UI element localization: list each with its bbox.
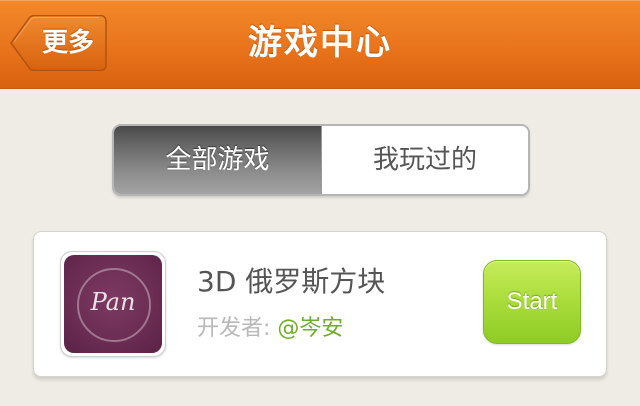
segmented-control: 全部游戏 我玩过的	[112, 124, 530, 196]
page-title: 游戏中心	[248, 23, 392, 63]
icon-logo-text: Pan	[90, 288, 136, 316]
nav-bar: 更多 游戏中心	[0, 0, 640, 89]
tab-played-games[interactable]: 我玩过的	[322, 126, 528, 194]
game-developer: 开发者: @岑安	[197, 310, 343, 342]
game-app-icon: Pan	[64, 255, 162, 353]
tab-all-games[interactable]: 全部游戏	[114, 126, 321, 194]
start-button[interactable]: Start	[483, 260, 581, 344]
developer-label: 开发者:	[197, 316, 278, 341]
game-list-item[interactable]: Pan 3D 俄罗斯方块 开发者: @岑安 Start	[33, 231, 607, 377]
developer-link[interactable]: @岑安	[277, 316, 343, 341]
game-icon-frame: Pan	[60, 251, 166, 357]
game-title: 3D 俄罗斯方块	[197, 265, 386, 298]
